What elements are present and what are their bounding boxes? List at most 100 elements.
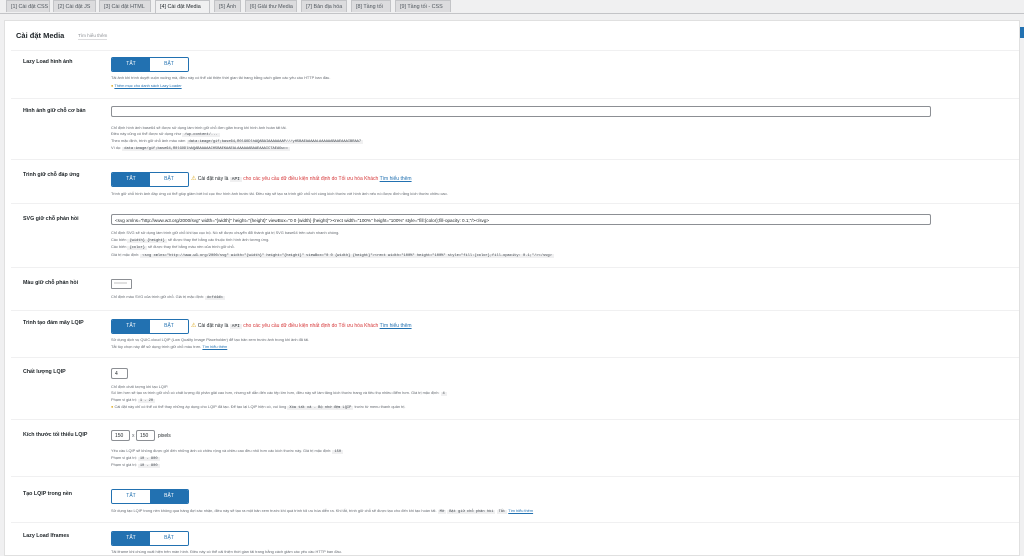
lqip-generator-label: Trình tạo đám mây LQIP	[23, 320, 84, 326]
lazy-load-images-toggle[interactable]: TẮT BẬT	[111, 57, 189, 72]
tab-image[interactable]: [5] Ảnh	[214, 0, 241, 12]
svg-placeholder-desc: Chỉ định SVG sẽ sử dụng làm trình giữ ch…	[111, 230, 340, 235]
divider	[11, 98, 1019, 99]
color-picker-swatch[interactable]	[111, 279, 132, 289]
pixels-unit: pixels	[158, 433, 171, 439]
divider	[11, 50, 1019, 51]
svg-placeholder-desc3: Các biến {color} sẽ được thay thế bằng m…	[111, 244, 235, 250]
lazy-load-iframes-desc: Tải iframe khi chúng xuất hiện trên màn …	[111, 549, 342, 554]
basic-placeholder-desc2: Điều này cũng có thể được sử dụng như /w…	[111, 131, 220, 137]
divider	[11, 419, 1019, 420]
lqip-background-label: Tạo LQIP trong nền	[23, 491, 73, 497]
toggle-on-option[interactable]: BẬT	[150, 532, 188, 545]
lazy-load-exclude-row: ● Thêm mục cho danh sách Lazy Loader	[111, 83, 182, 88]
toggle-on-option[interactable]: BẬT	[150, 320, 188, 333]
tab-js[interactable]: [2] Cài đặt JS	[53, 0, 96, 12]
tab-bar: [1] Cài đặt CSS [2] Cài đặt JS [3] Cài đ…	[0, 0, 1024, 14]
lazy-load-exclude-link[interactable]: Thêm mục cho danh sách Lazy Loader	[114, 83, 181, 88]
divider	[11, 310, 1019, 311]
lqip-background-desc: Sử dụng tạo LQIP trong nền không qua hàn…	[111, 508, 534, 514]
lqip-generator-toggle[interactable]: TẮT BẬT	[111, 319, 189, 334]
lqip-min-height-input[interactable]: 150	[136, 430, 155, 441]
learn-more-link[interactable]: Tìm hiểu thêm	[78, 33, 108, 40]
divider	[11, 357, 1019, 358]
lazy-load-iframes-toggle[interactable]: TẮT BẬT	[111, 531, 189, 546]
code-chip: 10 - 800	[137, 464, 160, 468]
times-separator: x	[132, 433, 135, 439]
toggle-on-option[interactable]: BẬT	[150, 490, 188, 503]
color-sample	[114, 282, 127, 284]
guest-mode-warning: ⚠ Cài đặt này là API cho các yêu cầu dữ …	[191, 323, 412, 329]
code-chip: {color}	[127, 246, 147, 250]
code-chip: <svg xmlns="http://www.w3.org/2000/svg" …	[140, 254, 554, 258]
lqip-quality-note: ● Cài đặt này chỉ có thể có thể thay nhữ…	[111, 404, 406, 410]
svg-placeholder-input[interactable]: <svg xmlns="http://www.w3.org/2000/svg" …	[111, 214, 931, 225]
basic-placeholder-input[interactable]	[111, 106, 931, 117]
lqip-quality-desc: Chỉ định chất lượng khi tạo LQIP.	[111, 384, 169, 389]
tab-media[interactable]: [4] Cài đặt Media	[155, 0, 210, 13]
lqip-min-width-input[interactable]: 150	[111, 430, 130, 441]
code-chip: data:image/gif;base64,R0lGODlhAQABAIAAAA…	[186, 140, 364, 144]
warning-icon: ⚠	[191, 323, 197, 329]
lqip-min-size-range2: Phạm vi giá trị: 10 - 800	[111, 462, 160, 468]
basic-placeholder-desc4: Ví dụ: data:image/gif;base64,R0lGODlhAQA…	[111, 145, 291, 151]
lqip-min-size-desc: Yêu cầu LQIP sẽ không được gửi đến những…	[111, 448, 344, 454]
warning-learn-more-link[interactable]: Tìm hiểu thêm	[380, 176, 412, 182]
responsive-placeholder-label: Trình giữ chỗ đáp ứng	[23, 172, 80, 178]
tab-css[interactable]: [1] Cài đặt CSS	[6, 0, 50, 12]
toggle-off-option[interactable]: TẮT	[112, 490, 150, 503]
code-chip: Xóa tất cả - Bộ nhớ đệm LQIP	[287, 406, 354, 410]
code-chip: Mở	[437, 510, 447, 514]
lazy-load-images-desc: Tải ảnh khi trình duyệt cuộn xuống mà, đ…	[111, 75, 331, 80]
svg-placeholder-desc4: Giá trị mặc định: <svg xmlns="http://www…	[111, 252, 554, 258]
lqip-quality-label: Chất lượng LQIP	[23, 369, 66, 375]
toggle-on-option[interactable]: BẬT	[150, 173, 188, 186]
code-chip: 1 - 20	[137, 399, 156, 403]
divider	[11, 159, 1019, 160]
lightbulb-icon: ●	[111, 83, 114, 88]
toggle-off-option[interactable]: TẮT	[112, 532, 150, 545]
toggle-off-option[interactable]: TẮT	[112, 173, 150, 186]
lqip-background-toggle[interactable]: TẮT BẬT	[111, 489, 189, 504]
lqip-learn-more-link[interactable]: Tìm hiểu thêm	[202, 344, 227, 349]
divider	[11, 522, 1019, 523]
toggle-off-option[interactable]: TẮT	[112, 58, 150, 71]
responsive-placeholder-toggle[interactable]: TẮT BẬT	[111, 172, 189, 187]
lazy-load-images-label: Lazy Load hình ảnh	[23, 59, 73, 65]
warning-icon: ⚠	[191, 176, 197, 182]
responsive-placeholder-desc: Trình giữ chỗ hình ảnh đáp ứng có thể gi…	[111, 191, 448, 196]
toggle-off-option[interactable]: TẮT	[112, 320, 150, 333]
code-chip: #cfd4db	[205, 296, 225, 300]
code-chip: /wp-content/...	[182, 133, 220, 137]
tab-html[interactable]: [3] Cài đặt HTML	[99, 0, 151, 12]
lqip-quality-range: Phạm vi giá trị: 1 - 20	[111, 397, 156, 403]
code-chip: 150	[332, 450, 344, 454]
page-title: Cài đặt Media	[16, 31, 65, 40]
basic-placeholder-label: Hình ảnh giữ chỗ cơ bản	[23, 108, 86, 114]
lqip-generator-desc2: Tắt tùy chọn này để sử dụng trình giữ ch…	[111, 344, 228, 349]
code-chip: Bật giữ chỗ phản hồi	[447, 510, 496, 514]
svg-placeholder-label: SVG giữ chỗ phản hồi	[23, 216, 79, 222]
lqip-quality-input[interactable]: 4	[111, 368, 128, 379]
code-chip: 4	[440, 392, 447, 396]
lqip-quality-desc2: Số lớn hơn sẽ tạo ra trình giữ chỗ có ch…	[111, 390, 447, 396]
lqip-min-size-label: Kích thước tối thiểu LQIP	[23, 432, 88, 438]
lqip-background-learn-more-link[interactable]: Tìm hiểu thêm	[508, 508, 533, 513]
tab-tuning[interactable]: [8] Tầng tối	[351, 0, 391, 12]
guest-mode-warning: ⚠ Cài đặt này là API cho các yêu cầu dữ …	[191, 176, 412, 182]
code-chip: 10 - 800	[137, 457, 160, 461]
tab-media-exclude[interactable]: [6] Giải thư Media	[245, 0, 297, 12]
svg-placeholder-desc2: Các biến {width} {height} sẽ được thay t…	[111, 237, 270, 243]
divider	[11, 476, 1019, 477]
tab-localization[interactable]: [7] Bản địa hóa	[301, 0, 347, 12]
divider	[11, 203, 1019, 204]
lqip-min-size-range1: Phạm vi giá trị: 10 - 800	[111, 455, 160, 461]
warning-learn-more-link[interactable]: Tìm hiểu thêm	[380, 323, 412, 329]
lightbulb-icon: ●	[111, 404, 114, 409]
divider	[11, 267, 1019, 268]
code-chip: {width} {height}	[127, 239, 167, 243]
basic-placeholder-desc3: Theo mặc định, trình giữ chỗ ảnh màu xám…	[111, 138, 364, 144]
toggle-on-option[interactable]: BẬT	[150, 58, 188, 71]
placeholder-color-desc: Chỉ định màu SVG của trình giữ chỗ. Giá …	[111, 294, 225, 300]
tab-tuning-css[interactable]: [9] Tầng tối - CSS	[395, 0, 451, 12]
